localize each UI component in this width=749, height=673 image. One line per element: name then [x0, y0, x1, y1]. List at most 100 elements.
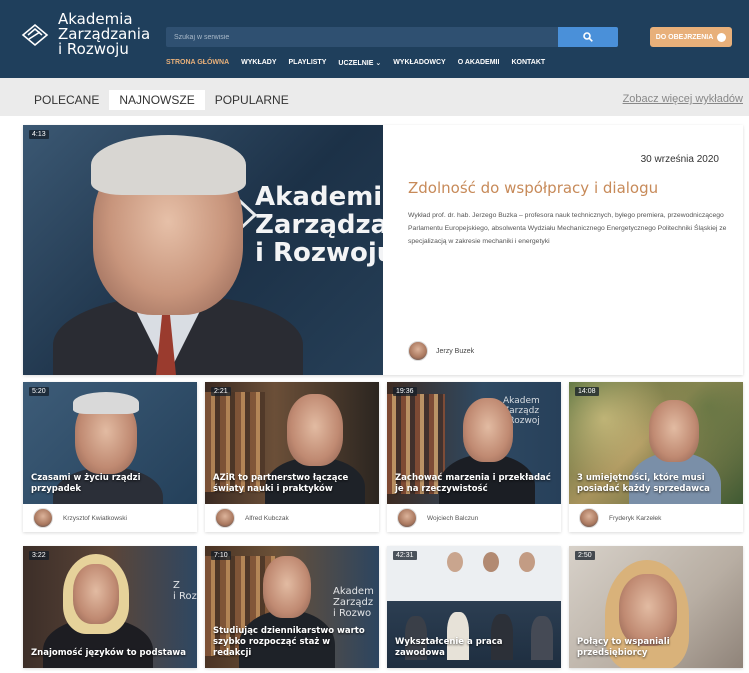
brand-line: Z: [173, 580, 180, 591]
lecture-card[interactable]: Akadem Zarządz i Rozwo 7:10 Studiując dz…: [205, 546, 379, 668]
lecture-card[interactable]: Z i Roz 3:22 Znajomość języków to podsta…: [23, 546, 197, 668]
nav-item-contact[interactable]: KONTAKT: [511, 59, 545, 67]
duration-badge: 19:36: [393, 387, 417, 396]
avatar: [408, 341, 428, 361]
panelist-photo: [447, 552, 463, 572]
nav-item-about[interactable]: O AKADEMII: [458, 59, 500, 67]
card-thumbnail[interactable]: 42:31 Wykształcenie a praca zawodowa: [387, 546, 561, 668]
card-title: Studiując dziennikarstwo warto szybko ro…: [213, 626, 365, 658]
tabs-bar: POLECANE NAJNOWSZE POPULARNE Zobacz więc…: [0, 78, 749, 116]
card-title: 3 umiejętności, które musi posiadać każd…: [577, 473, 710, 494]
card-author[interactable]: Krzysztof Kwiatkowski: [23, 504, 197, 532]
card-thumbnail[interactable]: 2:50 Połący to wspaniali przedsiębiorcy: [569, 546, 743, 668]
lecture-card[interactable]: 42:31 Wykształcenie a praca zawodowa: [387, 546, 561, 668]
watch-later-label: DO OBEJRZENIA: [655, 33, 714, 41]
logo-line: i Rozwoju: [58, 40, 129, 58]
author-name: Fryderyk Karzełek: [609, 514, 662, 522]
card-title: AZiR to partnerstwo łączące światy nauki…: [213, 473, 349, 494]
speaker-head: [463, 398, 513, 462]
brand-line: Akademia: [255, 182, 383, 212]
brand-line: Akadem: [333, 586, 374, 597]
featured-author[interactable]: Jerzy Buzek: [408, 341, 474, 361]
site-header: Akademia Zarządzania i Rozwoju DO OBEJRZ…: [0, 0, 749, 78]
speaker-head: [619, 574, 677, 646]
card-author[interactable]: Wojciech Balczun: [387, 504, 561, 532]
logo-text: Akademia Zarządzania i Rozwoju: [58, 12, 150, 57]
nav-item-playlists[interactable]: PLAYLISTY: [289, 59, 327, 67]
lecture-card[interactable]: 2:21 AZiR to partnerstwo łączące światy …: [205, 382, 379, 532]
brand-watermark-text: Z i Roz: [173, 580, 197, 602]
duration-badge: 4:13: [29, 130, 49, 139]
nav-item-lectures[interactable]: WYKŁADY: [241, 59, 276, 67]
speaker-hair: [91, 135, 246, 195]
nav-item-lecturers[interactable]: WYKŁADOWCY: [393, 59, 446, 67]
card-author[interactable]: Fryderyk Karzełek: [569, 504, 743, 532]
featured-thumbnail[interactable]: Akademia Zarządzar i Rozwoju 4:13: [23, 125, 383, 375]
featured-description: Wykład prof. dr. hab. Jerzego Buzka – pr…: [408, 212, 727, 245]
lecture-card[interactable]: Akadem Zarządz i Rozwoj 19:36 Zachować m…: [387, 382, 561, 532]
duration-badge: 14:08: [575, 387, 599, 396]
watch-later-button[interactable]: DO OBEJRZENIA: [650, 27, 732, 47]
more-lectures-link[interactable]: Zobacz więcej wykładów: [623, 93, 743, 105]
brand-line: Zarządzar: [255, 210, 383, 240]
search-button[interactable]: [558, 27, 618, 47]
watch-later-indicator-icon: [717, 32, 727, 42]
card-title: Znajomość języków to podstawa: [31, 648, 187, 658]
featured-date: 30 września 2020: [640, 154, 719, 165]
featured-lecture[interactable]: Akademia Zarządzar i Rozwoju 4:13 30 wrz…: [23, 125, 743, 375]
nav-item-home[interactable]: STRONA GŁÓWNA: [166, 59, 229, 67]
brand-watermark-text: Akadem Zarządz i Rozwo: [333, 586, 374, 619]
lecture-card[interactable]: 14:08 3 umiejętności, które musi posiada…: [569, 382, 743, 532]
content-tabs: POLECANE NAJNOWSZE POPULARNE: [24, 90, 299, 110]
tab-popular[interactable]: POPULARNE: [205, 90, 299, 110]
duration-badge: 3:22: [29, 551, 49, 560]
avatar: [579, 508, 599, 528]
nav-item-universities[interactable]: UCZELNIE ⌄: [338, 59, 381, 67]
search-icon: [583, 32, 593, 42]
featured-details: 30 września 2020 Zdolność do współpracy …: [383, 125, 743, 375]
brand-line: Akadem: [503, 396, 540, 406]
brand-line: i Rozwo: [333, 608, 372, 619]
card-author[interactable]: Alfred Kubczak: [205, 504, 379, 532]
tab-recommended[interactable]: POLECANE: [24, 90, 109, 110]
lecture-card[interactable]: 5:20 Czasami w życiu rządzi przypadek Kr…: [23, 382, 197, 532]
site-logo[interactable]: Akademia Zarządzania i Rozwoju: [20, 12, 150, 57]
card-thumbnail[interactable]: Akadem Zarządz i Rozwo 7:10 Studiując dz…: [205, 546, 379, 668]
card-title: Czasami w życiu rządzi przypadek: [31, 473, 141, 494]
brand-watermark-text: Akademia Zarządzar i Rozwoju: [255, 183, 383, 267]
avatar: [33, 508, 53, 528]
speaker-head: [287, 394, 343, 466]
card-thumbnail[interactable]: Z i Roz 3:22 Znajomość języków to podsta…: [23, 546, 197, 668]
search-input[interactable]: [166, 27, 558, 47]
duration-badge: 7:10: [211, 551, 231, 560]
speaker-head: [263, 556, 311, 618]
brand-line: i Rozwoju: [255, 238, 383, 268]
speaker-head: [649, 400, 699, 462]
card-thumbnail[interactable]: 2:21 AZiR to partnerstwo łączące światy …: [205, 382, 379, 504]
tab-newest[interactable]: NAJNOWSZE: [109, 90, 205, 110]
card-title: Zachować marzenia i przekładać je na rze…: [395, 473, 551, 494]
author-name: Krzysztof Kwiatkowski: [63, 514, 127, 522]
featured-title[interactable]: Zdolność do współpracy i dialogu: [408, 179, 658, 197]
card-title: Wykształcenie a praca zawodowa: [395, 637, 503, 658]
card-thumbnail[interactable]: 14:08 3 umiejętności, które musi posiada…: [569, 382, 743, 504]
main-nav: STRONA GŁÓWNA WYKŁADY PLAYLISTY UCZELNIE…: [166, 59, 545, 67]
duration-badge: 2:21: [211, 387, 231, 396]
duration-badge: 42:31: [393, 551, 417, 560]
duration-badge: 5:20: [29, 387, 49, 396]
avatar: [215, 508, 235, 528]
panelist-photo: [519, 552, 535, 572]
speaker-head: [73, 564, 119, 624]
author-name: Wojciech Balczun: [427, 514, 479, 522]
brand-line: i Roz: [173, 591, 197, 602]
speaker-hair: [73, 392, 139, 414]
card-title: Połący to wspaniali przedsiębiorcy: [577, 637, 670, 658]
lecture-card[interactable]: 2:50 Połący to wspaniali przedsiębiorcy: [569, 546, 743, 668]
card-thumbnail[interactable]: Akadem Zarządz i Rozwoj 19:36 Zachować m…: [387, 382, 561, 504]
duration-badge: 2:50: [575, 551, 595, 560]
panelist-photo: [483, 552, 499, 572]
author-name: Jerzy Buzek: [436, 347, 475, 355]
logo-mark-icon: [21, 23, 49, 47]
search-bar: [166, 27, 618, 47]
card-thumbnail[interactable]: 5:20 Czasami w życiu rządzi przypadek: [23, 382, 197, 504]
